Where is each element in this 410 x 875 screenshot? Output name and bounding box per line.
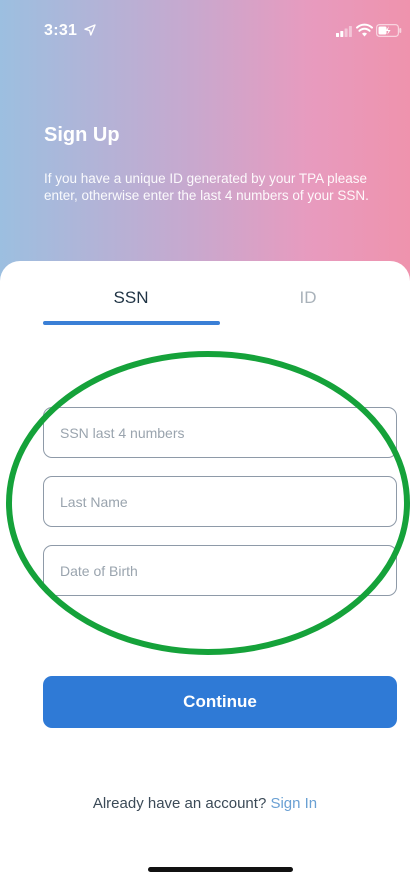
location-arrow-icon: [84, 24, 96, 36]
header-gradient: 3:31 Sign Up If you have a unique ID gen…: [0, 0, 410, 300]
footer-prompt: Already have an account? Sign In: [0, 795, 410, 812]
cellular-signal-icon: [336, 26, 352, 37]
last-name-field: [43, 476, 397, 527]
active-tab-indicator: [43, 321, 220, 325]
tab-ssn[interactable]: SSN: [43, 288, 219, 308]
home-indicator: [148, 867, 293, 872]
date-of-birth-input[interactable]: [60, 546, 380, 595]
page-subtitle: If you have a unique ID generated by you…: [44, 171, 369, 203]
sign-up-screen: 3:31 Sign Up If you have a unique ID gen…: [0, 0, 410, 875]
status-bar: 3:31: [0, 0, 410, 60]
tab-id[interactable]: ID: [220, 288, 396, 308]
battery-charging-icon: [376, 24, 402, 37]
continue-button[interactable]: Continue: [43, 676, 397, 728]
last-name-input[interactable]: [60, 477, 380, 526]
form-card: SSN ID Continue Already have an account?…: [0, 261, 410, 875]
wifi-icon: [356, 23, 373, 37]
page-title: Sign Up: [44, 124, 120, 146]
ssn-field: [43, 407, 397, 458]
status-time: 3:31: [44, 22, 78, 39]
dob-field: [43, 545, 397, 596]
sign-in-link[interactable]: Sign In: [270, 795, 317, 812]
ssn-last4-input[interactable]: [60, 408, 380, 457]
already-have-account-text: Already have an account?: [92, 795, 267, 812]
